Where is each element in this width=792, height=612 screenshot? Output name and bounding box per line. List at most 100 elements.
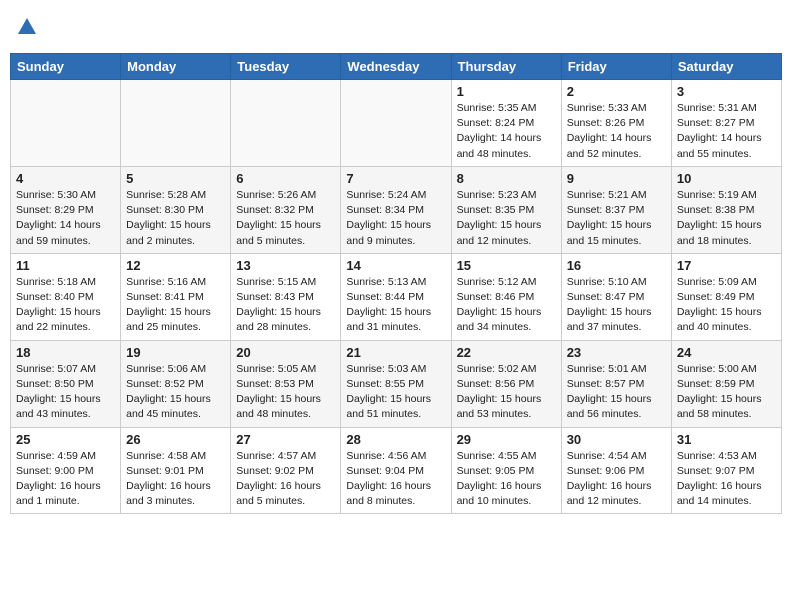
day-detail: Sunrise: 4:56 AMSunset: 9:04 PMDaylight:…	[346, 449, 445, 510]
day-detail: Sunrise: 5:23 AMSunset: 8:35 PMDaylight:…	[457, 188, 556, 249]
day-number: 23	[567, 345, 666, 360]
calendar-cell: 5 Sunrise: 5:28 AMSunset: 8:30 PMDayligh…	[121, 166, 231, 253]
day-number: 24	[677, 345, 776, 360]
day-detail: Sunrise: 5:30 AMSunset: 8:29 PMDaylight:…	[16, 188, 115, 249]
weekday-header-wednesday: Wednesday	[341, 54, 451, 80]
day-detail: Sunrise: 5:03 AMSunset: 8:55 PMDaylight:…	[346, 362, 445, 423]
calendar-cell: 8 Sunrise: 5:23 AMSunset: 8:35 PMDayligh…	[451, 166, 561, 253]
day-number: 17	[677, 258, 776, 273]
calendar-cell: 23 Sunrise: 5:01 AMSunset: 8:57 PMDaylig…	[561, 340, 671, 427]
calendar-week-row: 1 Sunrise: 5:35 AMSunset: 8:24 PMDayligh…	[11, 80, 782, 167]
day-detail: Sunrise: 4:54 AMSunset: 9:06 PMDaylight:…	[567, 449, 666, 510]
day-number: 7	[346, 171, 445, 186]
day-detail: Sunrise: 5:33 AMSunset: 8:26 PMDaylight:…	[567, 101, 666, 162]
calendar-cell: 9 Sunrise: 5:21 AMSunset: 8:37 PMDayligh…	[561, 166, 671, 253]
day-detail: Sunrise: 5:13 AMSunset: 8:44 PMDaylight:…	[346, 275, 445, 336]
calendar-cell: 18 Sunrise: 5:07 AMSunset: 8:50 PMDaylig…	[11, 340, 121, 427]
day-detail: Sunrise: 5:35 AMSunset: 8:24 PMDaylight:…	[457, 101, 556, 162]
day-number: 31	[677, 432, 776, 447]
weekday-header-tuesday: Tuesday	[231, 54, 341, 80]
day-detail: Sunrise: 5:19 AMSunset: 8:38 PMDaylight:…	[677, 188, 776, 249]
calendar-cell: 13 Sunrise: 5:15 AMSunset: 8:43 PMDaylig…	[231, 253, 341, 340]
day-number: 21	[346, 345, 445, 360]
weekday-header-saturday: Saturday	[671, 54, 781, 80]
day-number: 18	[16, 345, 115, 360]
calendar-cell: 27 Sunrise: 4:57 AMSunset: 9:02 PMDaylig…	[231, 427, 341, 514]
day-detail: Sunrise: 5:26 AMSunset: 8:32 PMDaylight:…	[236, 188, 335, 249]
weekday-header-monday: Monday	[121, 54, 231, 80]
day-number: 26	[126, 432, 225, 447]
day-detail: Sunrise: 5:10 AMSunset: 8:47 PMDaylight:…	[567, 275, 666, 336]
day-number: 3	[677, 84, 776, 99]
weekday-header-sunday: Sunday	[11, 54, 121, 80]
calendar-cell: 4 Sunrise: 5:30 AMSunset: 8:29 PMDayligh…	[11, 166, 121, 253]
day-number: 12	[126, 258, 225, 273]
day-number: 28	[346, 432, 445, 447]
calendar-cell: 7 Sunrise: 5:24 AMSunset: 8:34 PMDayligh…	[341, 166, 451, 253]
weekday-header-friday: Friday	[561, 54, 671, 80]
calendar-cell: 3 Sunrise: 5:31 AMSunset: 8:27 PMDayligh…	[671, 80, 781, 167]
calendar-week-row: 11 Sunrise: 5:18 AMSunset: 8:40 PMDaylig…	[11, 253, 782, 340]
day-number: 2	[567, 84, 666, 99]
day-number: 22	[457, 345, 556, 360]
calendar-cell: 31 Sunrise: 4:53 AMSunset: 9:07 PMDaylig…	[671, 427, 781, 514]
day-number: 30	[567, 432, 666, 447]
day-detail: Sunrise: 5:05 AMSunset: 8:53 PMDaylight:…	[236, 362, 335, 423]
day-detail: Sunrise: 5:07 AMSunset: 8:50 PMDaylight:…	[16, 362, 115, 423]
logo-icon	[16, 16, 38, 38]
calendar-cell: 6 Sunrise: 5:26 AMSunset: 8:32 PMDayligh…	[231, 166, 341, 253]
day-number: 5	[126, 171, 225, 186]
day-detail: Sunrise: 4:59 AMSunset: 9:00 PMDaylight:…	[16, 449, 115, 510]
day-number: 14	[346, 258, 445, 273]
day-detail: Sunrise: 5:09 AMSunset: 8:49 PMDaylight:…	[677, 275, 776, 336]
logo	[14, 16, 38, 43]
day-number: 1	[457, 84, 556, 99]
day-number: 8	[457, 171, 556, 186]
calendar-cell: 15 Sunrise: 5:12 AMSunset: 8:46 PMDaylig…	[451, 253, 561, 340]
day-detail: Sunrise: 5:18 AMSunset: 8:40 PMDaylight:…	[16, 275, 115, 336]
calendar-cell: 11 Sunrise: 5:18 AMSunset: 8:40 PMDaylig…	[11, 253, 121, 340]
calendar-cell: 25 Sunrise: 4:59 AMSunset: 9:00 PMDaylig…	[11, 427, 121, 514]
day-number: 20	[236, 345, 335, 360]
calendar-cell	[231, 80, 341, 167]
calendar-cell: 21 Sunrise: 5:03 AMSunset: 8:55 PMDaylig…	[341, 340, 451, 427]
calendar-cell: 19 Sunrise: 5:06 AMSunset: 8:52 PMDaylig…	[121, 340, 231, 427]
calendar-header-row: SundayMondayTuesdayWednesdayThursdayFrid…	[11, 54, 782, 80]
day-detail: Sunrise: 5:12 AMSunset: 8:46 PMDaylight:…	[457, 275, 556, 336]
calendar-cell: 1 Sunrise: 5:35 AMSunset: 8:24 PMDayligh…	[451, 80, 561, 167]
day-number: 4	[16, 171, 115, 186]
day-detail: Sunrise: 5:00 AMSunset: 8:59 PMDaylight:…	[677, 362, 776, 423]
calendar-cell: 28 Sunrise: 4:56 AMSunset: 9:04 PMDaylig…	[341, 427, 451, 514]
day-detail: Sunrise: 4:55 AMSunset: 9:05 PMDaylight:…	[457, 449, 556, 510]
calendar-cell	[121, 80, 231, 167]
day-detail: Sunrise: 5:15 AMSunset: 8:43 PMDaylight:…	[236, 275, 335, 336]
calendar-cell: 2 Sunrise: 5:33 AMSunset: 8:26 PMDayligh…	[561, 80, 671, 167]
day-detail: Sunrise: 5:02 AMSunset: 8:56 PMDaylight:…	[457, 362, 556, 423]
day-number: 27	[236, 432, 335, 447]
day-detail: Sunrise: 5:16 AMSunset: 8:41 PMDaylight:…	[126, 275, 225, 336]
day-number: 11	[16, 258, 115, 273]
day-detail: Sunrise: 4:58 AMSunset: 9:01 PMDaylight:…	[126, 449, 225, 510]
calendar-cell: 20 Sunrise: 5:05 AMSunset: 8:53 PMDaylig…	[231, 340, 341, 427]
calendar-cell	[11, 80, 121, 167]
day-number: 16	[567, 258, 666, 273]
day-number: 15	[457, 258, 556, 273]
calendar-cell: 16 Sunrise: 5:10 AMSunset: 8:47 PMDaylig…	[561, 253, 671, 340]
calendar-cell: 17 Sunrise: 5:09 AMSunset: 8:49 PMDaylig…	[671, 253, 781, 340]
page-header	[10, 10, 782, 49]
day-number: 6	[236, 171, 335, 186]
calendar-cell: 22 Sunrise: 5:02 AMSunset: 8:56 PMDaylig…	[451, 340, 561, 427]
day-detail: Sunrise: 5:24 AMSunset: 8:34 PMDaylight:…	[346, 188, 445, 249]
day-number: 29	[457, 432, 556, 447]
calendar-week-row: 25 Sunrise: 4:59 AMSunset: 9:00 PMDaylig…	[11, 427, 782, 514]
day-detail: Sunrise: 5:31 AMSunset: 8:27 PMDaylight:…	[677, 101, 776, 162]
day-number: 25	[16, 432, 115, 447]
calendar-week-row: 4 Sunrise: 5:30 AMSunset: 8:29 PMDayligh…	[11, 166, 782, 253]
day-detail: Sunrise: 5:21 AMSunset: 8:37 PMDaylight:…	[567, 188, 666, 249]
day-number: 19	[126, 345, 225, 360]
calendar-cell: 29 Sunrise: 4:55 AMSunset: 9:05 PMDaylig…	[451, 427, 561, 514]
day-number: 13	[236, 258, 335, 273]
calendar-week-row: 18 Sunrise: 5:07 AMSunset: 8:50 PMDaylig…	[11, 340, 782, 427]
day-detail: Sunrise: 5:01 AMSunset: 8:57 PMDaylight:…	[567, 362, 666, 423]
calendar-cell: 10 Sunrise: 5:19 AMSunset: 8:38 PMDaylig…	[671, 166, 781, 253]
